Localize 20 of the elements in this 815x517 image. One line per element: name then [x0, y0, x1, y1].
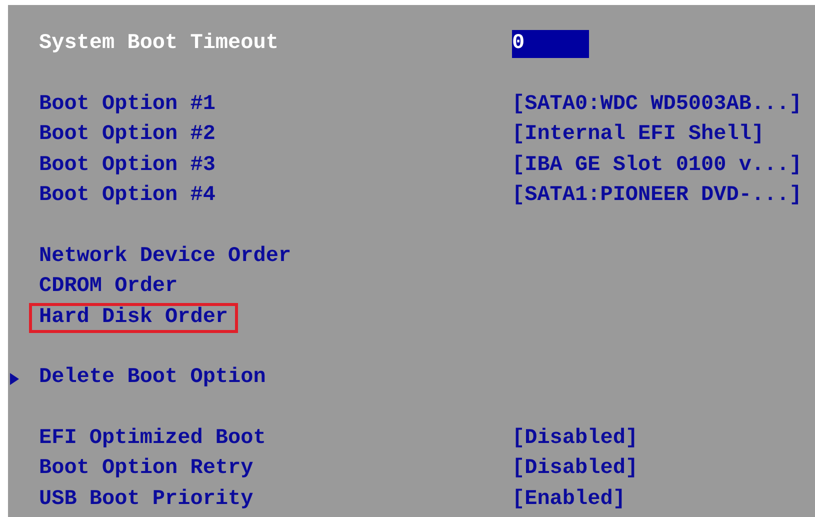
menu-item[interactable]: Boot Option #2: [29, 120, 226, 150]
menu-item[interactable]: CDROM Order: [29, 272, 188, 302]
menu-item[interactable]: EFI Optimized Boot: [29, 424, 276, 454]
setting-value[interactable]: [SATA0:WDC WD5003AB...]: [512, 90, 802, 120]
menu-item[interactable]: USB Boot Priority: [29, 484, 264, 515]
setting-value[interactable]: [SATA1:PIONEER DVD-...]: [512, 181, 802, 212]
menu-item[interactable]: Network Device Order: [29, 242, 302, 272]
setting-value[interactable]: [IBA GE Slot 0100 v...]: [512, 150, 802, 181]
menu-item[interactable]: Hard Disk Order: [29, 302, 238, 333]
menu-item[interactable]: System Boot Timeout: [29, 29, 288, 60]
setting-value[interactable]: [Disabled]: [512, 424, 638, 454]
menu-item[interactable]: Boot Option #1: [29, 90, 226, 120]
setting-value[interactable]: [Disabled]: [512, 454, 638, 484]
menu-item[interactable]: Boot Option #4: [29, 181, 226, 212]
setting-value[interactable]: 0: [512, 30, 589, 58]
menu-item[interactable]: Boot Option Retry: [29, 454, 264, 484]
setting-value[interactable]: [Enabled]: [512, 484, 626, 515]
menu-item[interactable]: Delete Boot Option: [29, 363, 276, 394]
setting-value[interactable]: [Internal EFI Shell]: [512, 120, 764, 150]
menu-item[interactable]: Boot Option #3: [29, 150, 226, 181]
